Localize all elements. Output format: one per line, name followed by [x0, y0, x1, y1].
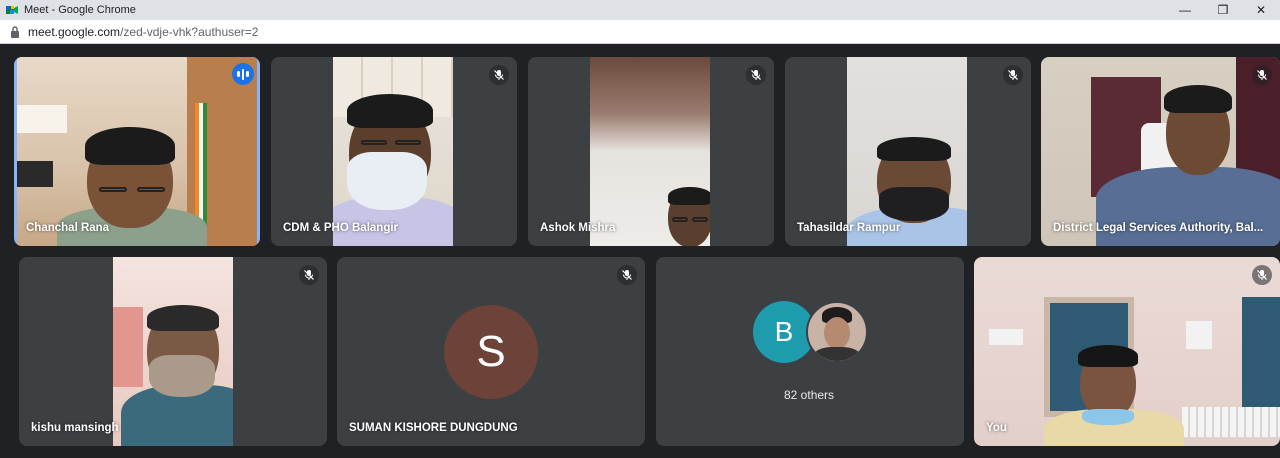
mic-off-icon [617, 265, 637, 285]
participant-video [1041, 57, 1280, 246]
participant-video [113, 257, 233, 446]
participant-name: Ashok Mishra [540, 222, 616, 234]
mic-off-icon [1252, 65, 1272, 85]
avatar-photo [806, 301, 868, 363]
participant-name: District Legal Services Authority, Bal..… [1053, 222, 1264, 234]
maximize-button[interactable]: ❒ [1204, 0, 1242, 20]
avatar: S [444, 305, 538, 399]
participant-video [847, 57, 967, 246]
close-button[interactable]: ✕ [1242, 0, 1280, 20]
participant-video [333, 57, 453, 246]
mic-off-icon [1003, 65, 1023, 85]
meet-logo-icon [6, 6, 18, 14]
participant-tile-suman-kishore-dungdung[interactable]: S SUMAN KISHORE DUNGDUNG [337, 257, 645, 446]
participant-video [590, 57, 710, 246]
others-count: 82 others [784, 388, 835, 402]
wall-red [113, 307, 143, 387]
participant-tile-you[interactable]: You [974, 257, 1280, 446]
window-controls: — ❒ ✕ [1166, 0, 1280, 20]
participant-name: CDM & PHO Balangir [283, 222, 399, 234]
participant-video [974, 257, 1280, 446]
switchboard [989, 329, 1023, 345]
tv-screen [17, 161, 53, 187]
photo-face [824, 317, 850, 349]
participant-tile-ashok-mishra[interactable]: Ashok Mishra [528, 57, 774, 246]
window-title: Meet - Google Chrome [24, 4, 136, 16]
switchboard-2 [1186, 321, 1212, 349]
participant-tile-chanchal-rana[interactable]: Chanchal Rana [14, 57, 260, 246]
url-path: /zed-vdje-vhk?authuser=2 [120, 24, 259, 39]
participant-tile-cdm-pho-balangir[interactable]: CDM & PHO Balangir [271, 57, 517, 246]
url-text: meet.google.com/zed-vdje-vhk?authuser=2 [28, 25, 258, 39]
photo-shirt [814, 347, 860, 361]
url-host: meet.google.com [28, 24, 121, 39]
browser-titlebar: Meet - Google Chrome — ❒ ✕ [0, 0, 1280, 20]
door-right [1242, 297, 1280, 417]
minimize-button[interactable]: — [1166, 0, 1204, 20]
address-bar[interactable]: meet.google.com/zed-vdje-vhk?authuser=2 [0, 20, 1280, 44]
mic-off-icon [489, 65, 509, 85]
mic-off-icon [746, 65, 766, 85]
participant-name: You [986, 422, 1007, 434]
flag [195, 103, 207, 233]
participant-video [17, 57, 257, 246]
participant-name: kishu mansingh [31, 422, 119, 434]
mic-off-icon [1252, 265, 1272, 285]
window-light [17, 105, 67, 133]
mic-off-icon [299, 265, 319, 285]
meet-grid: Chanchal Rana CDM & PHO Balangir Ashok M… [0, 44, 1280, 458]
participant-name: SUMAN KISHORE DUNGDUNG [349, 422, 518, 434]
participant-tile-district-legal-services[interactable]: District Legal Services Authority, Bal..… [1041, 57, 1280, 246]
air-cooler [1182, 407, 1280, 437]
participant-tile-tahasildar-rampur[interactable]: Tahasildar Rampur [785, 57, 1031, 246]
participant-name: Chanchal Rana [26, 222, 110, 234]
others-tile[interactable]: B 82 others [656, 257, 964, 446]
participant-name: Tahasildar Rampur [797, 222, 901, 234]
audio-level-icon [232, 63, 254, 85]
participant-tile-kishu-mansingh[interactable]: kishu mansingh [19, 257, 327, 446]
lock-icon [11, 25, 19, 38]
